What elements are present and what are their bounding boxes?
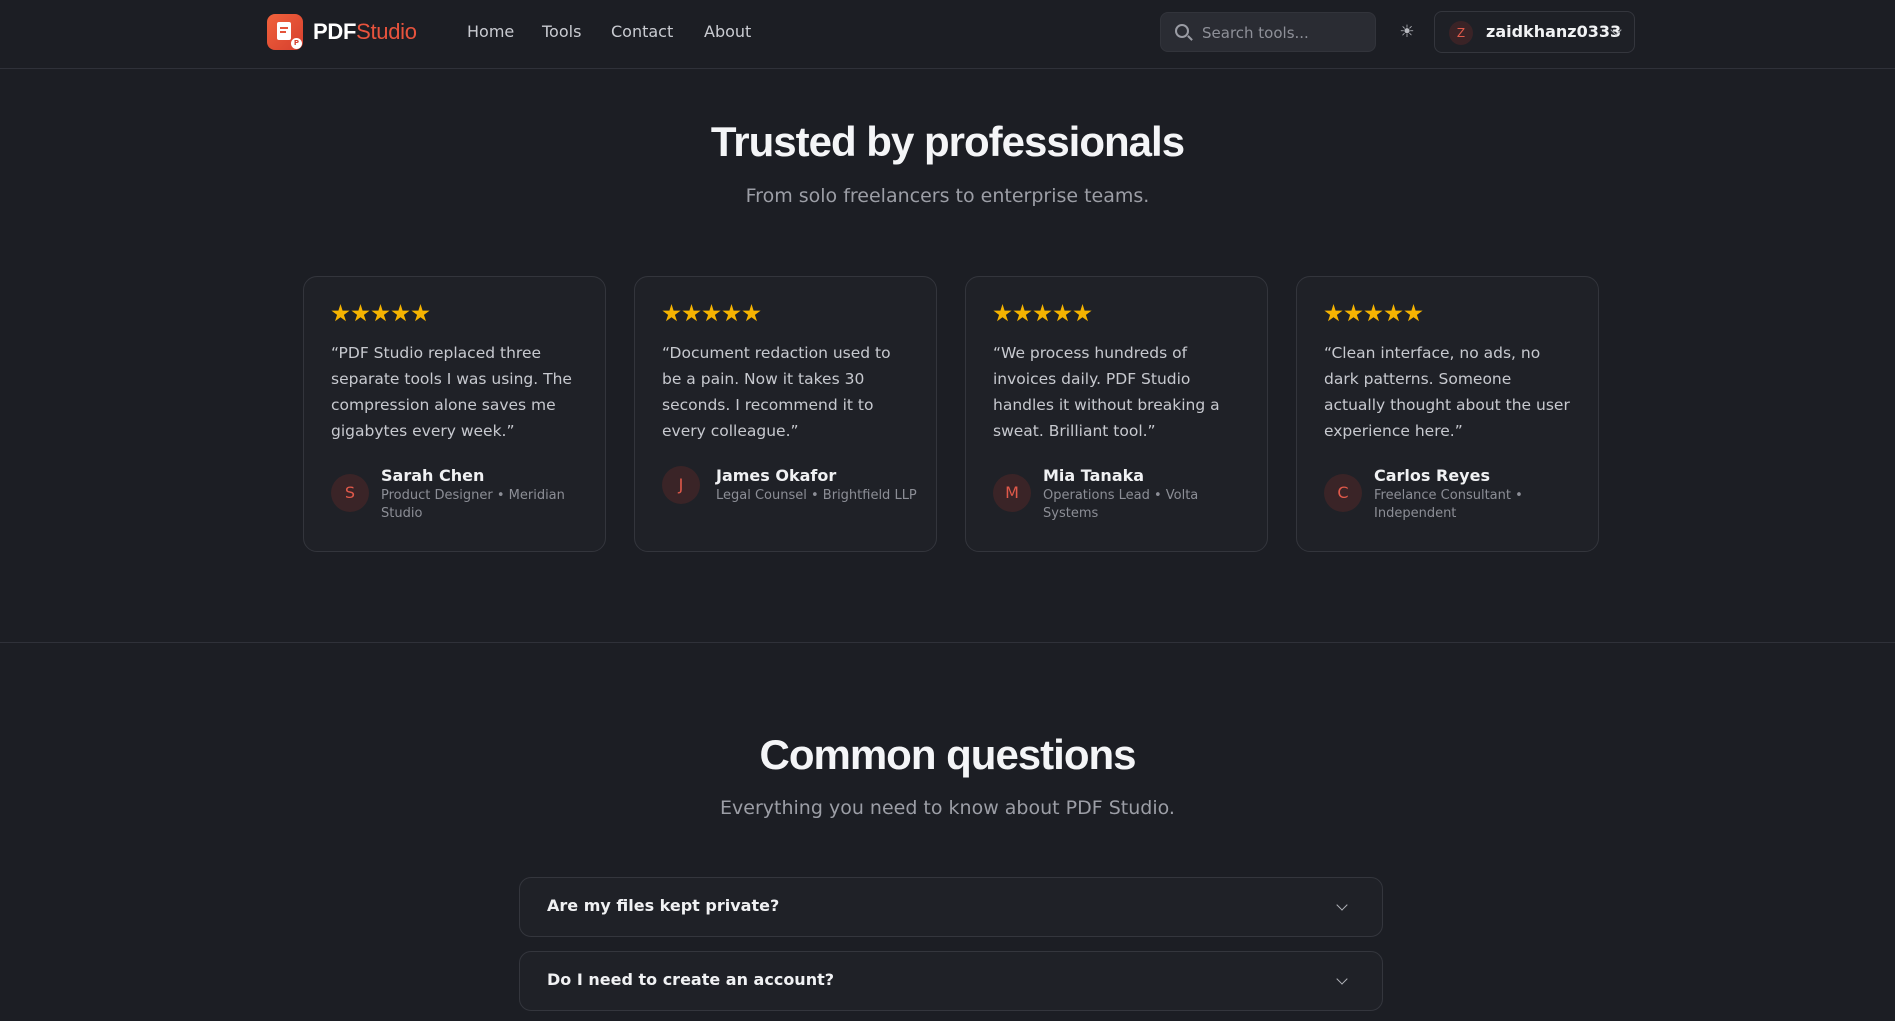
author-name: Carlos Reyes: [1374, 466, 1490, 485]
testimonial-quote: “Clean interface, no ads, no dark patter…: [1324, 344, 1570, 440]
avatar: Z: [1449, 21, 1473, 45]
star-icon: [1404, 304, 1423, 322]
star-icon: [1384, 304, 1403, 322]
rating-stars: [1324, 304, 1424, 324]
nav-home[interactable]: Home: [467, 22, 514, 41]
rating-stars: [331, 304, 431, 324]
testimonial-quote: “PDF Studio replaced three separate tool…: [331, 344, 572, 440]
search-placeholder: Search tools...: [1202, 24, 1309, 42]
star-icon: [351, 304, 370, 322]
star-icon: [682, 304, 701, 322]
author-role: Product Designer • Meridian Studio: [381, 488, 565, 521]
star-icon: [1344, 304, 1363, 322]
star-icon: [1053, 304, 1072, 322]
star-icon: [1033, 304, 1052, 322]
brand-accent: Studio: [356, 19, 417, 44]
star-icon: [993, 304, 1012, 322]
search-input[interactable]: Search tools...: [1160, 12, 1376, 52]
author-name: Sarah Chen: [381, 466, 485, 485]
logo-icon[interactable]: P: [267, 14, 303, 50]
nav-about[interactable]: About: [704, 22, 751, 41]
testimonial-quote: “We process hundreds of invoices daily. …: [993, 344, 1220, 440]
avatar: M: [993, 474, 1031, 512]
star-icon: [331, 304, 350, 322]
nav-contact[interactable]: Contact: [611, 22, 673, 41]
document-icon: [277, 22, 291, 40]
star-icon: [1364, 304, 1383, 322]
author-role: Freelance Consultant • Independent: [1374, 488, 1523, 521]
testimonials-title: Trusted by professionals: [710, 118, 1185, 165]
logo-badge: P: [291, 38, 302, 49]
brand-primary: PDF: [313, 19, 357, 44]
star-icon: [371, 304, 390, 322]
faq-question: Are my files kept private?: [547, 896, 780, 915]
faq-question: Do I need to create an account?: [547, 970, 835, 989]
faq-title: Common questions: [759, 731, 1136, 778]
author-name: Mia Tanaka: [1043, 466, 1145, 485]
author-name: James Okafor: [716, 466, 837, 485]
search-icon: [1175, 24, 1189, 38]
star-icon: [391, 304, 410, 322]
avatar: J: [662, 466, 700, 504]
user-menu-button[interactable]: Z zaidkhanz0333: [1434, 11, 1635, 53]
author-role: Legal Counsel • Brightfield LLP: [716, 488, 917, 503]
star-icon: [702, 304, 721, 322]
testimonial-quote: “Document redaction used to be a pain. N…: [662, 344, 891, 440]
faq-item[interactable]: Do I need to create an account?: [519, 951, 1383, 1011]
testimonial-card: “We process hundreds of invoices daily. …: [965, 276, 1268, 552]
chevron-down-icon: [1336, 899, 1348, 911]
site-header: P PDFStudio Home Tools Contact About Sea…: [0, 0, 1895, 69]
brand-name[interactable]: PDFStudio: [313, 19, 417, 45]
username: zaidkhanz0333: [1486, 22, 1622, 41]
testimonial-card: “Clean interface, no ads, no dark patter…: [1296, 276, 1599, 552]
sun-icon: ☀: [1399, 22, 1415, 42]
avatar: C: [1324, 474, 1362, 512]
star-icon: [411, 304, 430, 322]
nav-tools[interactable]: Tools: [542, 22, 581, 41]
theme-toggle-button[interactable]: ☀: [1397, 22, 1417, 42]
star-icon: [1013, 304, 1032, 322]
rating-stars: [993, 304, 1093, 324]
testimonial-card: “Document redaction used to be a pain. N…: [634, 276, 937, 552]
star-icon: [662, 304, 681, 322]
faq-item[interactable]: Are my files kept private?: [519, 877, 1383, 937]
star-icon: [1073, 304, 1092, 322]
star-icon: [1324, 304, 1343, 322]
faq-subtitle: Everything you need to know about PDF St…: [720, 797, 1175, 819]
testimonials-subtitle: From solo freelancers to enterprise team…: [745, 185, 1150, 207]
testimonial-card: “PDF Studio replaced three separate tool…: [303, 276, 606, 552]
rating-stars: [662, 304, 762, 324]
author-role: Operations Lead • Volta Systems: [1043, 488, 1199, 521]
avatar: S: [331, 474, 369, 512]
chevron-down-icon: [1336, 973, 1348, 985]
star-icon: [722, 304, 741, 322]
section-divider: [0, 642, 1895, 643]
star-icon: [742, 304, 761, 322]
